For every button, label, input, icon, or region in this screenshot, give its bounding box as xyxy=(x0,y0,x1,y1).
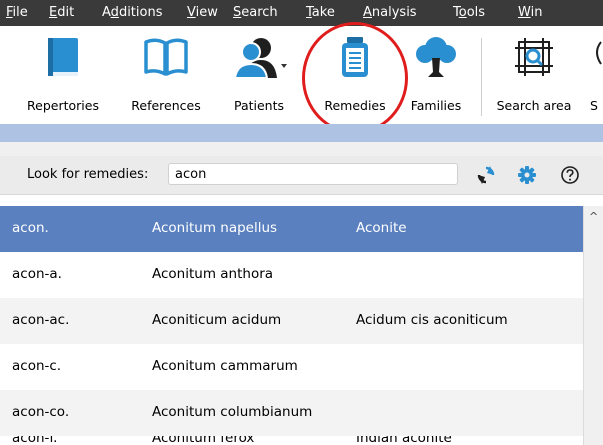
menu-search[interactable]: Search xyxy=(233,5,278,20)
remedy-latin-name: Aconiticum acidum xyxy=(152,312,282,328)
remedy-common-name: Aconite xyxy=(356,220,407,236)
gear-icon[interactable] xyxy=(517,165,537,185)
menu-bar: File Edit Additions View Search Take Ana… xyxy=(0,0,603,26)
cut-off-label: S xyxy=(590,98,598,113)
search-area-button[interactable]: Search area xyxy=(486,26,582,124)
menu-view[interactable]: View xyxy=(187,5,218,20)
vertical-scrollbar[interactable]: ^ xyxy=(583,206,603,445)
table-row[interactable]: acon. Aconitum napellus Aconite xyxy=(0,206,583,252)
remedy-abbreviation: acon-co. xyxy=(12,404,70,420)
help-icon[interactable] xyxy=(560,165,580,185)
table-row[interactable]: acon-f. Aconitum ferox Indian aconite xyxy=(0,436,583,445)
panel-gap xyxy=(0,142,603,156)
search-area-label: Search area xyxy=(496,98,572,113)
search-label: Look for remedies: xyxy=(27,167,149,182)
remedy-latin-name: Aconitum napellus xyxy=(152,220,278,236)
menu-file[interactable]: File xyxy=(6,5,28,20)
families-label: Families xyxy=(410,98,462,113)
refresh-icon[interactable] xyxy=(476,165,496,185)
menu-tools[interactable]: Tools xyxy=(453,5,485,20)
cut-off-icon xyxy=(596,41,602,65)
families-button[interactable]: Families xyxy=(398,26,474,124)
table-row[interactable]: acon-a. Aconitum anthora xyxy=(0,252,583,298)
remedy-latin-name: Aconitum ferox xyxy=(152,436,255,445)
main-toolbar: Repertories References Patients Remedies… xyxy=(0,26,603,124)
remedy-abbreviation: acon-f. xyxy=(12,436,58,445)
table-row[interactable]: acon-c. Aconitum cammarum xyxy=(0,344,583,390)
patients-icon xyxy=(233,38,287,79)
book-icon xyxy=(48,38,78,76)
tab-strip xyxy=(0,124,603,142)
remedy-latin-name: Aconitum columbianum xyxy=(152,404,313,420)
remedy-jar-icon xyxy=(342,37,368,77)
remedy-search-bar: Look for remedies: xyxy=(0,156,603,195)
remedies-label: Remedies xyxy=(324,98,386,113)
menu-analysis[interactable]: Analysis xyxy=(363,5,417,20)
scroll-up-arrow-icon[interactable]: ^ xyxy=(589,210,598,223)
patients-label: Patients xyxy=(233,98,285,113)
remedy-abbreviation: acon-ac. xyxy=(12,312,70,328)
table-row[interactable]: acon-ac. Aconiticum acidum Acidum cis ac… xyxy=(0,298,583,344)
remedy-latin-name: Aconitum anthora xyxy=(152,266,274,282)
cut-off-toolbar-button[interactable]: S xyxy=(590,26,603,124)
search-area-icon xyxy=(515,38,553,76)
repertories-button[interactable]: Repertories xyxy=(12,26,114,124)
open-book-icon xyxy=(144,38,188,76)
menu-additions[interactable]: Additions xyxy=(102,5,162,20)
remedy-latin-name: Aconitum cammarum xyxy=(152,358,298,374)
toolbar-separator xyxy=(481,38,482,116)
references-label: References xyxy=(131,98,201,113)
tree-icon xyxy=(416,37,456,77)
menu-window[interactable]: Win xyxy=(518,5,542,20)
remedy-search-input[interactable] xyxy=(168,163,458,185)
remedy-common-name: Acidum cis aconiticum xyxy=(356,312,508,328)
remedies-button[interactable]: Remedies xyxy=(312,26,398,124)
references-button[interactable]: References xyxy=(118,26,214,124)
patients-button[interactable]: Patients xyxy=(218,26,300,124)
table-row[interactable]: acon-co. Aconitum columbianum xyxy=(0,390,583,436)
remedy-abbreviation: acon-c. xyxy=(12,358,62,374)
remedy-abbreviation: acon-a. xyxy=(12,266,62,282)
repertories-label: Repertories xyxy=(27,98,99,113)
remedy-common-name: Indian aconite xyxy=(356,436,452,445)
menu-edit[interactable]: Edit xyxy=(49,5,74,20)
menu-take[interactable]: Take xyxy=(306,5,335,20)
remedy-abbreviation: acon. xyxy=(12,220,49,236)
